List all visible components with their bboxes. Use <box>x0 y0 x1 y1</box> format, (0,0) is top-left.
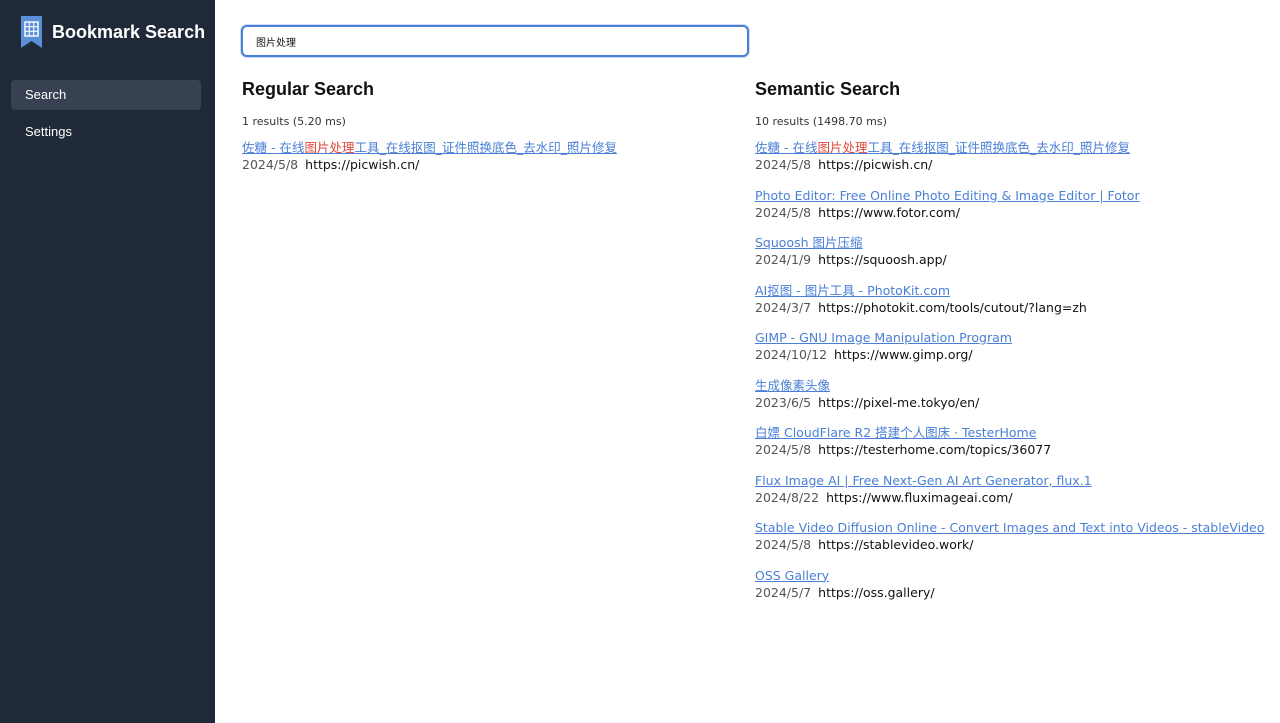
result-date: 2024/8/22 <box>755 489 820 505</box>
app-title: Bookmark Search <box>52 21 206 42</box>
result-title-text: GIMP - GNU Image Manipulation Program <box>755 330 1012 345</box>
result-title-text: Flux Image AI | Free Next-Gen AI Art Gen… <box>755 472 1092 488</box>
semantic-results-list: 佐糖 - 在线图片处理工具_在线抠图_证件照换底色_去水印_照片修复 2024/5… <box>755 139 1264 615</box>
result-url: https://picwish.cn/ <box>305 157 420 172</box>
result-meta: 2024/5/8 https://picwish.cn/ <box>755 156 1255 173</box>
result-date: 2024/3/7 <box>755 299 812 315</box>
result-title-link[interactable]: 佐糖 - 在线图片处理工具_在线抠图_证件照换底色_去水印_照片修复 <box>242 139 722 156</box>
result-url: https://www.gimp.org/ <box>834 347 973 362</box>
result-url: https://www.fotor.com/ <box>818 204 960 220</box>
semantic-search-column: Semantic Search 10 results (1498.70 ms) … <box>755 76 1264 615</box>
result-meta: 2024/8/22 https://www.fluximageai.com/ <box>755 489 1255 506</box>
result-title-link[interactable]: OSS Gallery <box>755 567 1255 584</box>
result-title-highlight: 图片处理 <box>304 140 355 155</box>
result-title-text: 工具_在线抠图_证件照换底色_去水印_照片修复 <box>867 140 1130 155</box>
result-title-link[interactable]: Squoosh 图片压缩 <box>755 234 1255 251</box>
result-meta: 2024/10/12 https://www.gimp.org/ <box>755 346 1255 363</box>
result-item: OSS Gallery 2024/5/7 https://oss.gallery/ <box>755 567 1255 615</box>
result-url: https://oss.gallery/ <box>818 584 935 600</box>
regular-search-stats: 1 results (5.20 ms) <box>242 115 346 128</box>
result-title-link[interactable]: 生成像素头像 <box>755 377 1255 394</box>
result-item: AI抠图 - 图片工具 - PhotoKit.com 2024/3/7 https:… <box>755 282 1255 330</box>
semantic-search-stats: 10 results (1498.70 ms) <box>755 115 887 128</box>
result-title-link[interactable]: GIMP - GNU Image Manipulation Program <box>755 329 1255 346</box>
result-title-text: OSS Gallery <box>755 567 830 583</box>
result-title-link[interactable]: Flux Image AI | Free Next-Gen AI Art Gen… <box>755 472 1255 489</box>
sidebar-nav: Search Settings <box>11 80 201 154</box>
result-date: 2024/5/7 <box>755 584 812 600</box>
result-url: https://photokit.com/tools/cutout/?lang=… <box>818 299 1087 315</box>
result-title-link[interactable]: AI抠图 - 图片工具 - PhotoKit.com <box>755 282 1255 299</box>
result-meta: 2024/5/8 https://stablevideo.work/ <box>755 536 1255 553</box>
result-meta: 2024/5/7 https://oss.gallery/ <box>755 584 1255 601</box>
result-url: https://squoosh.app/ <box>818 252 947 267</box>
result-url: https://www.fluximageai.com/ <box>826 489 1013 505</box>
result-date: 2024/5/8 <box>242 157 299 172</box>
result-date: 2024/5/8 <box>755 204 812 220</box>
result-meta: 2024/1/9 https://squoosh.app/ <box>755 251 1255 268</box>
result-date: 2024/1/9 <box>755 252 812 267</box>
result-title-text: 佐糖 - 在线 <box>755 140 818 155</box>
result-date: 2024/5/8 <box>755 442 812 457</box>
brand: Bookmark Search <box>21 16 205 48</box>
result-url: https://testerhome.com/topics/36077 <box>818 442 1052 457</box>
result-meta: 2024/5/8 https://testerhome.com/topics/36… <box>755 441 1255 458</box>
result-item: 佐糖 - 在线图片处理工具_在线抠图_证件照换底色_去水印_照片修复 2024/5… <box>755 139 1255 187</box>
regular-search-column: Regular Search 1 results (5.20 ms) 佐糖 - … <box>242 76 722 187</box>
sidebar-item-settings[interactable]: Settings <box>11 117 201 147</box>
result-title-text: 工具_在线抠图_证件照换底色_去水印_照片修复 <box>354 140 617 155</box>
result-title-text: Photo Editor: Free Online Photo Editing … <box>755 187 1140 203</box>
result-title-text: Stable Video Diffusion Online - Convert … <box>755 520 1265 535</box>
result-date: 2024/5/8 <box>755 537 812 552</box>
result-url: https://picwish.cn/ <box>818 157 933 172</box>
result-meta: 2024/5/8 https://www.fotor.com/ <box>755 204 1255 221</box>
result-item: 佐糖 - 在线图片处理工具_在线抠图_证件照换底色_去水印_照片修复 2024/5… <box>242 139 722 187</box>
bookmark-grid-icon <box>21 16 42 48</box>
result-title-link[interactable]: 佐糖 - 在线图片处理工具_在线抠图_证件照换底色_去水印_照片修复 <box>755 139 1255 156</box>
result-title-text: Squoosh 图片压缩 <box>755 235 863 250</box>
result-item: Photo Editor: Free Online Photo Editing … <box>755 187 1255 235</box>
result-item: 生成像素头像 2023/6/5 https://pixel-me.tokyo/en/ <box>755 377 1255 425</box>
regular-search-heading: Regular Search <box>242 79 375 99</box>
result-title-link[interactable]: Stable Video Diffusion Online - Convert … <box>755 519 1264 536</box>
result-date: 2024/5/8 <box>755 157 812 172</box>
result-title-text: 佐糖 - 在线 <box>242 140 305 155</box>
result-url: https://stablevideo.work/ <box>818 537 974 552</box>
sidebar-item-search[interactable]: Search <box>11 80 201 110</box>
result-item: Squoosh 图片压缩 2024/1/9 https://squoosh.app/ <box>755 234 1255 282</box>
result-meta: 2024/3/7 https://photokit.com/tools/cutou… <box>755 299 1255 316</box>
search-input[interactable] <box>241 25 749 57</box>
result-title-link[interactable]: 白嫖 CloudFlare R2 搭建个人图床 · TesterHome <box>755 424 1255 441</box>
result-item: GIMP - GNU Image Manipulation Program 202… <box>755 329 1255 377</box>
sidebar: Bookmark Search Search Settings <box>0 0 215 723</box>
result-url: https://pixel-me.tokyo/en/ <box>818 394 980 410</box>
semantic-search-heading: Semantic Search <box>755 79 901 99</box>
result-item: Stable Video Diffusion Online - Convert … <box>755 519 1264 567</box>
result-title-link[interactable]: Photo Editor: Free Online Photo Editing … <box>755 187 1255 204</box>
result-item: 白嫖 CloudFlare R2 搭建个人图床 · TesterHome 2024… <box>755 424 1255 472</box>
regular-results-list: 佐糖 - 在线图片处理工具_在线抠图_证件照换底色_去水印_照片修复 2024/5… <box>242 139 722 187</box>
result-title-highlight: 图片处理 <box>817 140 868 155</box>
result-title-text: AI抠图 - 图片工具 - PhotoKit.com <box>755 282 951 298</box>
result-meta: 2024/5/8 https://picwish.cn/ <box>242 156 722 173</box>
result-title-text: 生成像素头像 <box>755 377 831 393</box>
result-date: 2023/6/5 <box>755 394 812 410</box>
result-date: 2024/10/12 <box>755 347 828 362</box>
result-title-text: 白嫖 CloudFlare R2 搭建个人图床 · TesterHome <box>755 425 1037 440</box>
result-item: Flux Image AI | Free Next-Gen AI Art Gen… <box>755 472 1255 520</box>
result-meta: 2023/6/5 https://pixel-me.tokyo/en/ <box>755 394 1255 411</box>
